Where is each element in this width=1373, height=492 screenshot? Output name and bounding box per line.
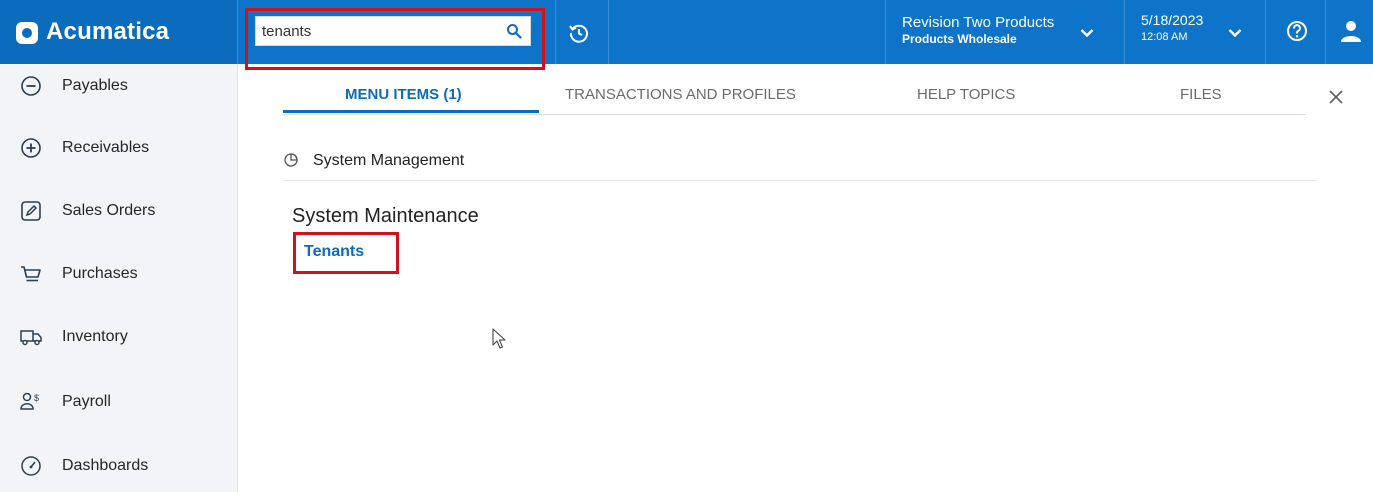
time-value: 12:08 AM xyxy=(1141,31,1188,43)
branch-name: Products Wholesale xyxy=(902,32,1017,46)
gauge-icon xyxy=(21,456,41,476)
sidebar-item-payroll[interactable]: $ Payroll xyxy=(0,382,237,422)
result-link-tenants[interactable]: Tenants xyxy=(304,243,364,261)
divider xyxy=(555,0,556,64)
payroll-icon: $ xyxy=(20,392,39,410)
tab-transactions-and-profiles[interactable]: TRANSACTIONS AND PROFILES xyxy=(565,86,796,103)
date-value: 5/18/2023 xyxy=(1141,12,1204,28)
sidebar-item-dashboards[interactable]: Dashboards xyxy=(0,446,237,486)
history-icon[interactable] xyxy=(568,22,590,44)
divider xyxy=(885,0,886,64)
logo[interactable]: Acumatica xyxy=(0,0,237,64)
active-tab-indicator xyxy=(283,110,539,113)
business-date[interactable]: 5/18/2023 12:08 AM xyxy=(1141,12,1203,43)
sidebar-item-label: Purchases xyxy=(62,265,138,282)
sidebar-item-label: Inventory xyxy=(62,328,128,345)
mouse-cursor-icon xyxy=(492,328,506,349)
acumatica-logo-icon xyxy=(16,22,38,44)
pencil-square-icon xyxy=(21,201,41,221)
results-section: System Management xyxy=(283,150,1317,181)
tab-help-topics[interactable]: HELP TOPICS xyxy=(917,86,1015,103)
workspace-icon xyxy=(284,153,298,167)
cart-icon xyxy=(21,266,41,282)
divider xyxy=(1325,0,1326,64)
section-title: System Management xyxy=(313,152,465,169)
sidebar: Payables Receivables Sales Orders Purcha… xyxy=(0,64,238,492)
divider xyxy=(608,0,609,64)
user-icon[interactable] xyxy=(1340,19,1362,43)
chevron-down-icon[interactable] xyxy=(1228,28,1242,38)
sidebar-item-purchases[interactable]: Purchases xyxy=(0,254,237,294)
top-bar: Acumatica tenants Revision Two Products … xyxy=(0,0,1373,64)
sidebar-item-label: Payroll xyxy=(62,393,111,410)
divider xyxy=(237,0,238,64)
sidebar-item-inventory[interactable]: Inventory xyxy=(0,317,237,357)
help-icon[interactable] xyxy=(1286,20,1308,42)
minus-circle-icon xyxy=(21,76,41,96)
divider xyxy=(1124,0,1125,64)
company-selector[interactable]: Revision Two Products Products Wholesale xyxy=(902,14,1054,46)
svg-text:$: $ xyxy=(34,393,39,403)
sidebar-item-label: Payables xyxy=(62,77,128,94)
sidebar-item-receivables[interactable]: Receivables xyxy=(0,128,237,168)
truck-icon xyxy=(20,330,42,346)
plus-circle-icon xyxy=(21,138,41,158)
divider xyxy=(1265,0,1266,64)
sidebar-item-payables[interactable]: Payables xyxy=(0,66,237,106)
sidebar-item-sales-orders[interactable]: Sales Orders xyxy=(0,191,237,231)
tab-files[interactable]: FILES xyxy=(1180,86,1222,103)
group-title: System Maintenance xyxy=(292,205,479,227)
search-highlight-box xyxy=(245,8,545,70)
sidebar-item-label: Dashboards xyxy=(62,457,149,474)
sidebar-item-label: Receivables xyxy=(62,139,150,156)
tab-menu-items[interactable]: MENU ITEMS (1) xyxy=(345,86,462,103)
company-name: Revision Two Products xyxy=(902,14,1055,31)
sidebar-item-label: Sales Orders xyxy=(62,202,156,219)
chevron-down-icon[interactable] xyxy=(1080,28,1094,38)
app-name: Acumatica xyxy=(46,18,170,45)
close-icon[interactable] xyxy=(1327,88,1345,106)
